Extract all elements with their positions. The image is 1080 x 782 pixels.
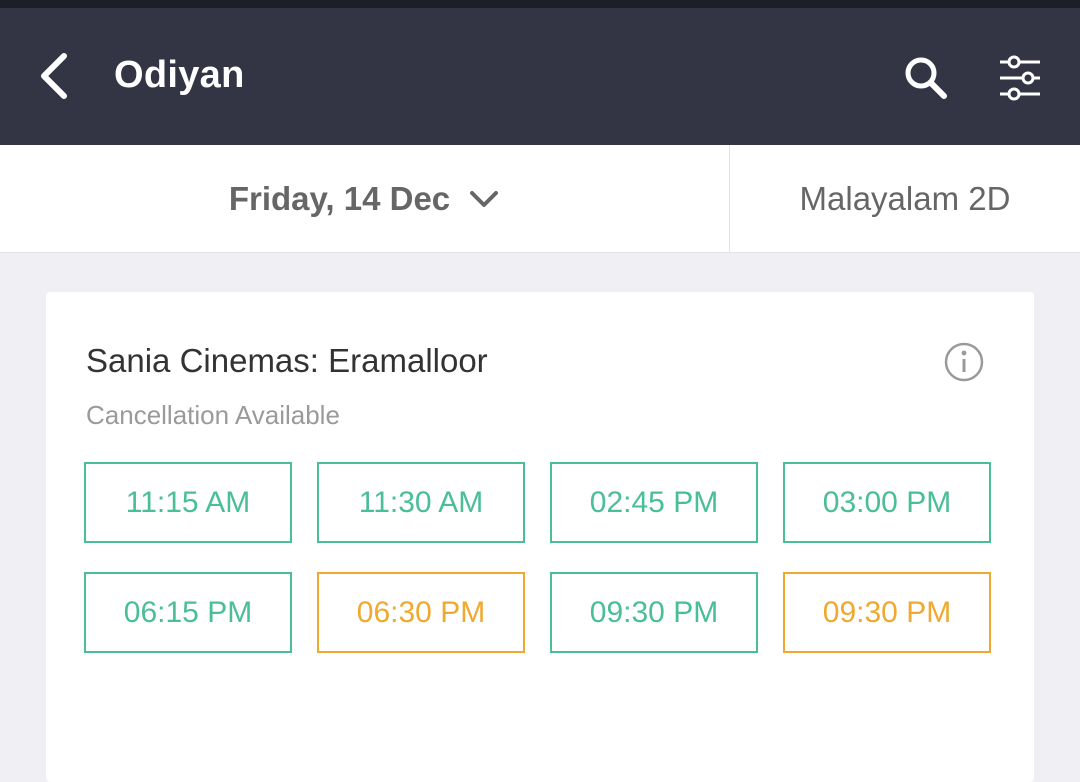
showtime-button[interactable]: 06:30 PM <box>317 572 525 653</box>
app-header: Odiyan <box>0 8 1080 145</box>
showtime-button[interactable]: 11:15 AM <box>84 462 292 543</box>
cinema-card: Sania Cinemas: Eramalloor Cancellation A… <box>46 292 1034 782</box>
showtime-button[interactable]: 06:15 PM <box>84 572 292 653</box>
showtime-button[interactable]: 09:30 PM <box>783 572 991 653</box>
cancellation-note: Cancellation Available <box>86 400 340 430</box>
search-button[interactable] <box>900 52 952 104</box>
info-button[interactable] <box>942 340 986 384</box>
status-bar-strip <box>0 0 1080 8</box>
info-icon <box>944 342 984 382</box>
date-dropdown[interactable]: Friday, 14 Dec <box>0 145 729 253</box>
chevron-down-icon <box>470 191 499 207</box>
filter-button[interactable] <box>994 52 1046 104</box>
back-button[interactable] <box>30 48 80 104</box>
cinema-name[interactable]: Sania Cinemas: Eramalloor <box>86 342 488 380</box>
showtime-button[interactable]: 03:00 PM <box>783 462 991 543</box>
date-format-bar: Friday, 14 Dec Malayalam 2D <box>0 145 1080 253</box>
date-label: Friday, 14 Dec <box>228 180 451 217</box>
format-label[interactable]: Malayalam 2D <box>730 145 1080 253</box>
filter-sliders-icon <box>1000 55 1040 101</box>
showtime-button[interactable]: 09:30 PM <box>550 572 758 653</box>
page-title: Odiyan <box>114 54 245 96</box>
showtime-button[interactable]: 02:45 PM <box>550 462 758 543</box>
back-arrow-icon <box>41 53 67 99</box>
search-icon <box>905 57 947 99</box>
showtime-button[interactable]: 11:30 AM <box>317 462 525 543</box>
